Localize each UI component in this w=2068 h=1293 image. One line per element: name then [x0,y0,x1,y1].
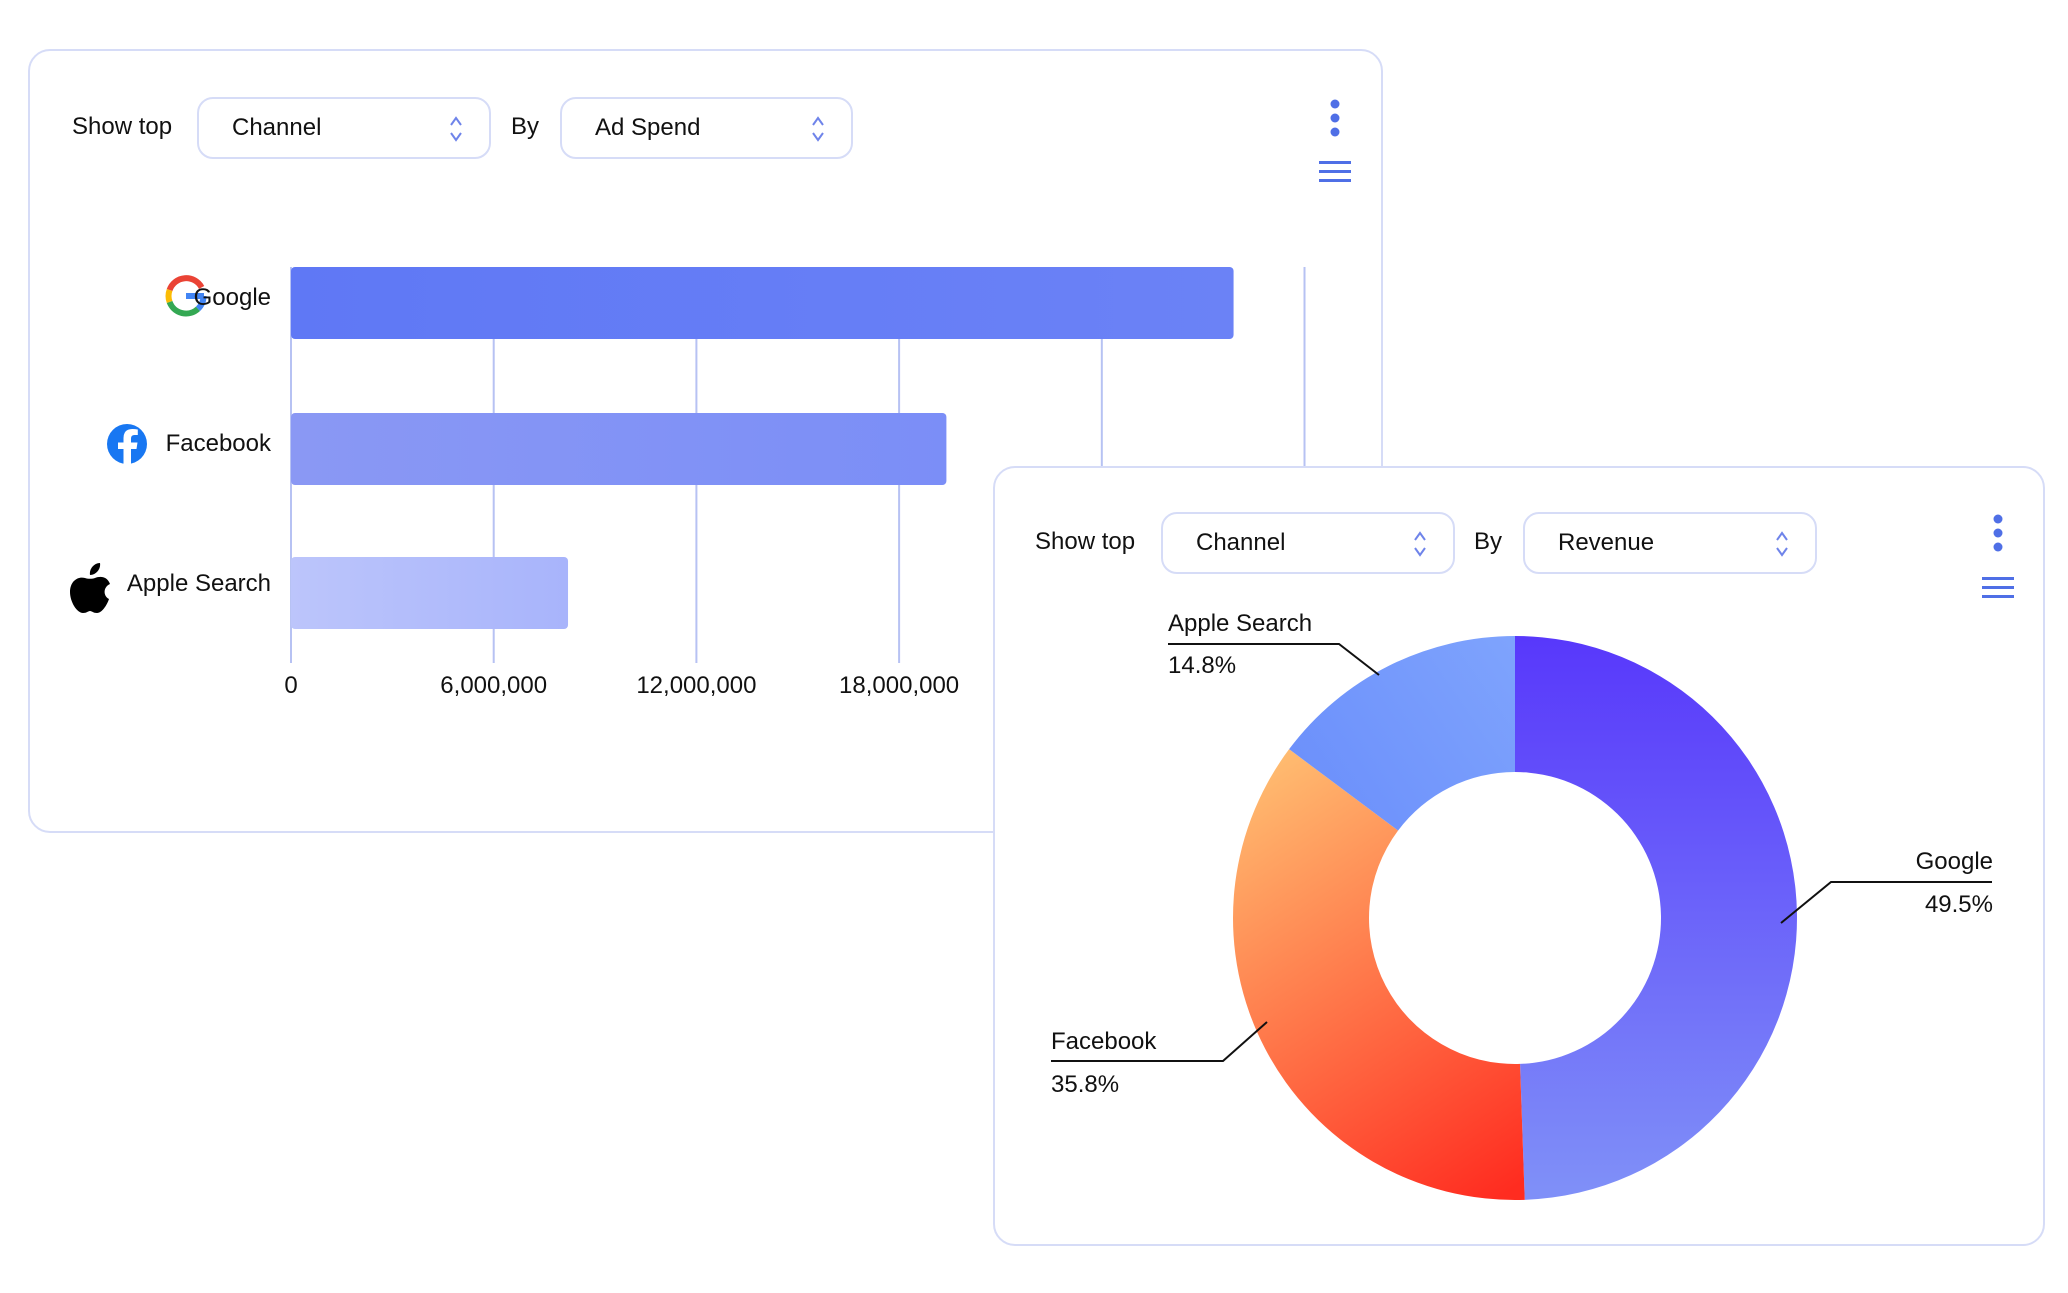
x-tick-label: 12,000,000 [636,672,756,699]
x-tick-label: 0 [284,672,297,699]
apple-logo-icon [70,563,110,613]
bar-apple-search[interactable] [291,557,569,629]
category-label-facebook: Facebook [107,424,272,465]
slice-value-google: 49.5% [1925,891,1993,918]
revenue-donut-chart: Google 49.5% Facebook 35.8% Apple Search… [1051,610,1993,1200]
slice-value-apple-search: 14.8% [1168,652,1236,679]
category-label: Google [194,284,271,311]
slice-label-facebook: Facebook [1051,1028,1157,1055]
slice-google[interactable] [1515,636,1797,1200]
slice-value-facebook: 35.8% [1051,1071,1119,1098]
category-label: Apple Search [127,570,271,597]
x-tick-label: 6,000,000 [440,672,547,699]
x-tick-label: 18,000,000 [839,672,959,699]
bar-facebook[interactable] [291,413,947,485]
revenue-card: Show top Channel By Revenue Google 49.5%… [993,466,2045,1246]
category-label-google: Google [165,275,271,317]
facebook-logo-icon [107,424,147,465]
slice-label-apple-search: Apple Search [1168,610,1312,637]
slice-facebook[interactable] [1233,749,1525,1200]
category-label-apple-search: Apple Search [70,563,271,613]
bar-google[interactable] [291,267,1234,339]
category-label: Facebook [166,430,272,457]
slice-label-google: Google [1916,848,1993,875]
